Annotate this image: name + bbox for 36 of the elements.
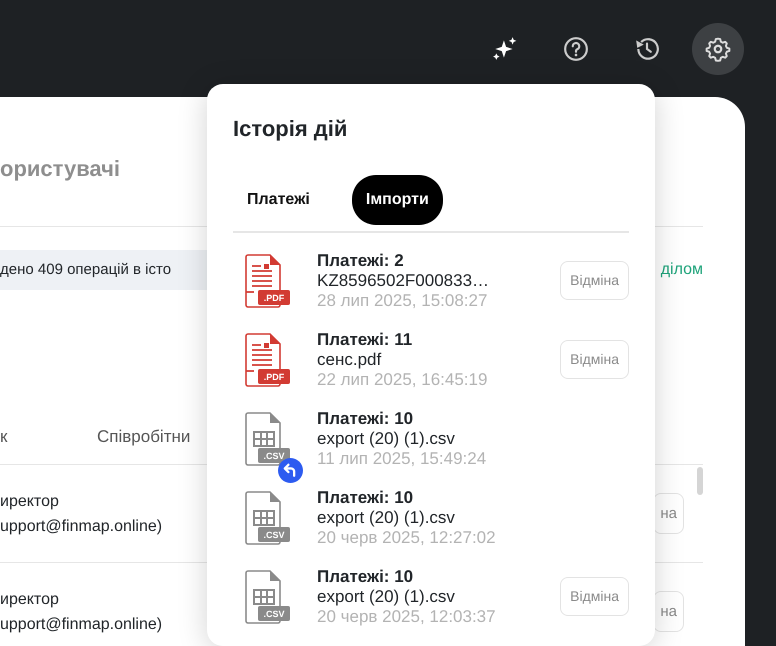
tab[interactable]: Імпорти xyxy=(352,175,443,225)
file-name: сенс.pdf xyxy=(317,350,382,370)
import-date: 28 лип 2025, 15:08:27 xyxy=(317,290,488,310)
cancel-button[interactable]: Відміна xyxy=(560,577,629,616)
file-name: export (20) (1).csv xyxy=(317,428,456,448)
history-icon xyxy=(634,36,660,62)
file-name: export (20) (1).csv xyxy=(317,508,456,528)
email-text: upport@finmap.online) xyxy=(0,516,162,536)
settings-icon xyxy=(705,36,731,62)
cancel-button[interactable]: Відміна xyxy=(560,261,629,300)
scrollbar-thumb[interactable] xyxy=(697,467,703,495)
settings-button[interactable] xyxy=(692,22,744,74)
import-date: 22 лип 2025, 16:45:19 xyxy=(317,370,488,390)
email-text: upport@finmap.online) xyxy=(0,614,162,634)
column-header: к xyxy=(0,426,8,448)
import-title: Платежі: 10 xyxy=(317,566,414,586)
column-header: Співробітни xyxy=(97,426,190,448)
tab[interactable]: Платежі xyxy=(233,175,324,225)
import-date: 20 черв 2025, 12:27:02 xyxy=(317,528,497,548)
cancel-button[interactable]: на xyxy=(653,591,684,632)
import-date: 20 черв 2025, 12:03:37 xyxy=(317,606,497,626)
import-title: Платежі: 10 xyxy=(317,408,414,428)
import-title: Платежі: 11 xyxy=(317,330,414,350)
cancel-button[interactable]: Відміна xyxy=(560,340,629,379)
cancel-button[interactable]: на xyxy=(653,493,684,534)
role-text: иректор xyxy=(0,492,60,512)
import-date: 11 лип 2025, 15:49:24 xyxy=(317,448,488,468)
link[interactable]: ділом xyxy=(660,258,703,282)
sparkle-icon xyxy=(492,36,518,62)
file-name: export (20) (1).csv xyxy=(317,586,456,606)
popup-title: Історія дій xyxy=(233,115,348,143)
import-title: Платежі: 10 xyxy=(317,488,414,508)
import-title: Платежі: 2 xyxy=(317,250,405,270)
help-icon xyxy=(563,36,589,62)
role-text: иректор xyxy=(0,590,60,610)
file-name: KZ8596502F000833… xyxy=(317,270,490,290)
